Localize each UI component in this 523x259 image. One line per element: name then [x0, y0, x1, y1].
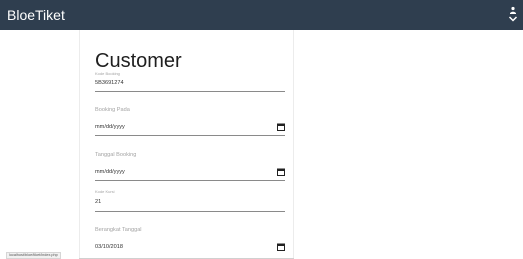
berangkat-tanggal-field[interactable]: Berangkat Tanggal 03/10/2018	[95, 227, 285, 259]
top-navbar: BloeTiket	[0, 0, 523, 30]
brand-title[interactable]: BloeTiket	[7, 7, 65, 23]
browser-status-url: localhost/bloe/tiket/index.php	[6, 252, 61, 259]
tanggal-booking-underline	[95, 180, 285, 181]
kode-booking-underline	[95, 91, 285, 92]
calendar-icon[interactable]	[277, 123, 285, 131]
booking-pada-label: Booking Pada	[95, 107, 130, 113]
user-chevron-icon[interactable]	[507, 5, 519, 25]
kode-kursi-label: Kode Kursi	[95, 189, 115, 194]
tanggal-booking-field[interactable]: Tanggal Booking mm/dd/yyyy	[95, 152, 285, 182]
page-title: Customer	[95, 50, 182, 72]
booking-pada-input[interactable]: mm/dd/yyyy	[95, 124, 125, 130]
berangkat-tanggal-label: Berangkat Tanggal	[95, 227, 142, 233]
kode-kursi-field[interactable]: Kode Kursi 21	[95, 189, 285, 213]
kode-kursi-input[interactable]: 21	[95, 199, 101, 205]
calendar-icon[interactable]	[277, 168, 285, 176]
kode-booking-input[interactable]: 5B3691274	[95, 80, 124, 86]
tanggal-booking-label: Tanggal Booking	[95, 152, 137, 158]
kode-kursi-underline	[95, 211, 285, 212]
booking-pada-field[interactable]: Booking Pada mm/dd/yyyy	[95, 107, 285, 137]
kode-booking-field[interactable]: Kode Booking 5B3691274	[95, 71, 285, 93]
booking-pada-underline	[95, 135, 285, 136]
calendar-icon[interactable]	[277, 243, 285, 251]
customer-form-card: Customer Kode Booking 5B3691274 Booking …	[79, 30, 294, 259]
tanggal-booking-input[interactable]: mm/dd/yyyy	[95, 169, 125, 175]
berangkat-tanggal-input[interactable]: 03/10/2018	[95, 244, 123, 250]
kode-booking-label: Kode Booking	[95, 71, 120, 76]
